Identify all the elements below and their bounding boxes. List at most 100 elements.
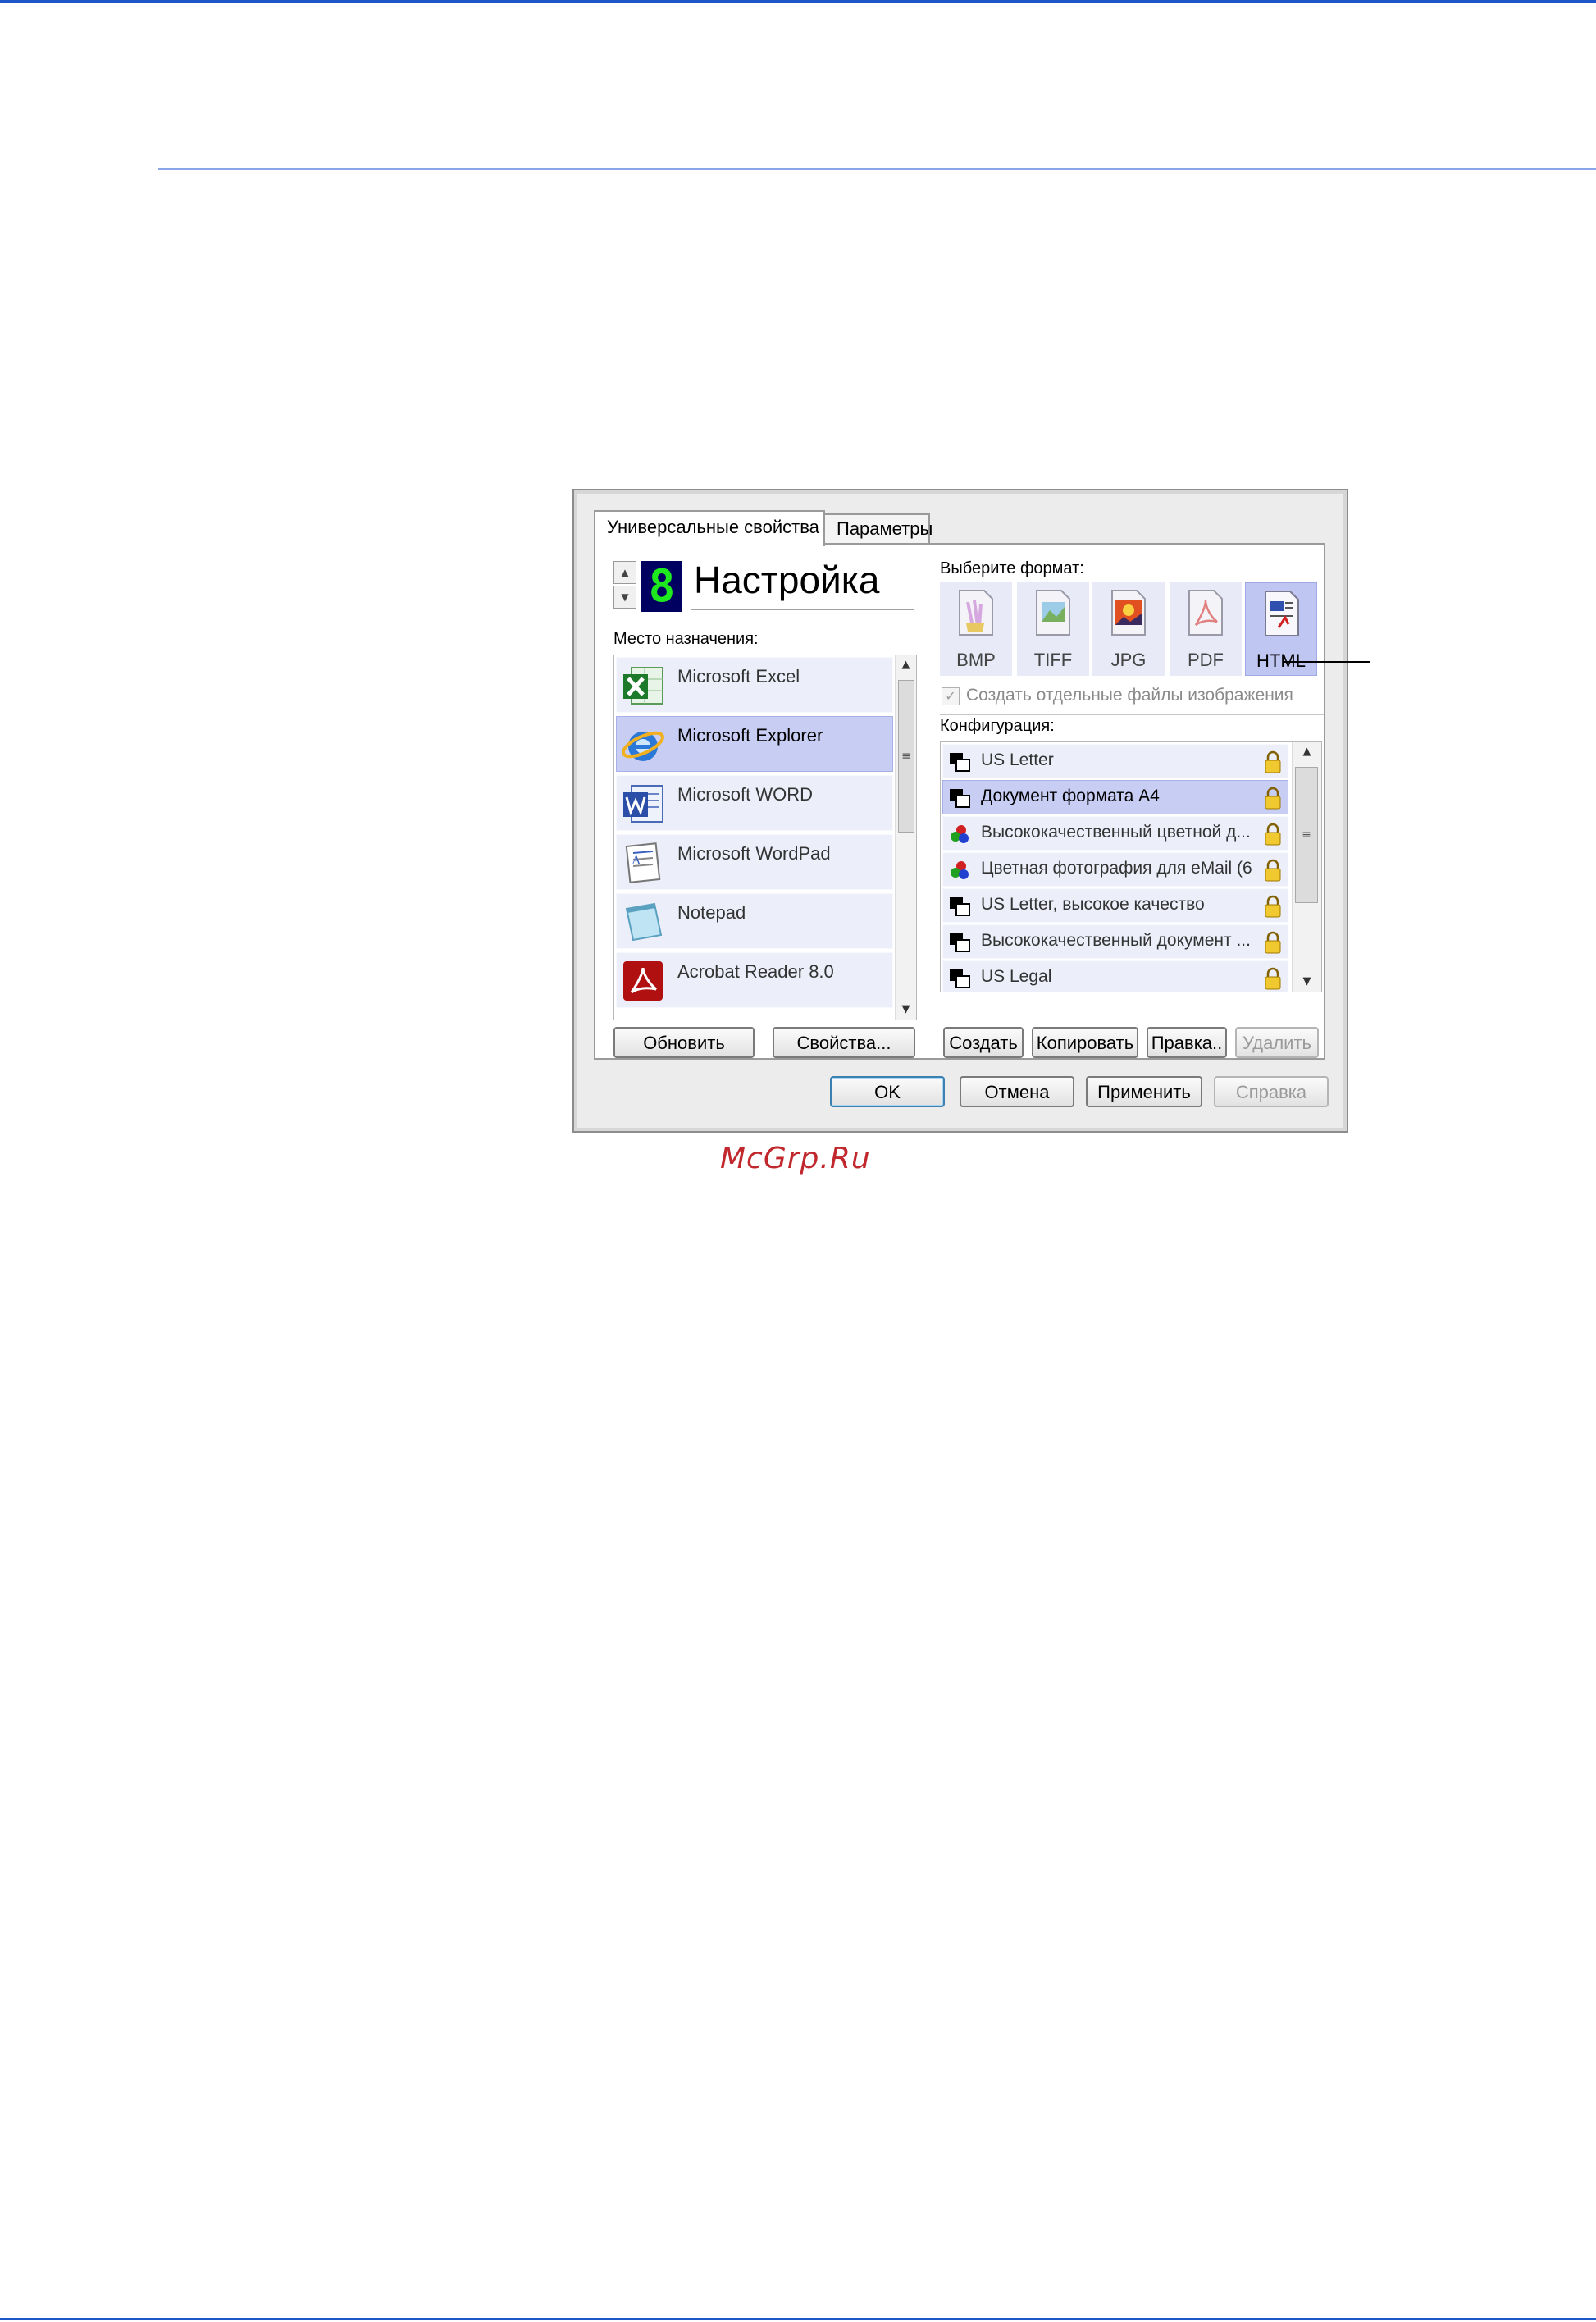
callout-line xyxy=(1284,661,1370,663)
bw-document-icon xyxy=(950,897,970,916)
format-selector: BMP TIFF JPG PDF HTML xyxy=(940,582,1319,677)
spinner-up-button[interactable]: ▲ xyxy=(613,561,636,584)
word-icon xyxy=(623,785,663,823)
lock-icon xyxy=(1265,787,1281,810)
internet-explorer-icon xyxy=(622,731,664,761)
separate-files-checkbox[interactable]: ✓ xyxy=(942,687,960,705)
config-label: US Letter xyxy=(981,750,1054,769)
html-file-icon xyxy=(1265,591,1299,636)
configuration-label: Конфигурация: xyxy=(940,717,1055,735)
ok-button[interactable]: OK xyxy=(830,1076,945,1107)
format-label-tiff: TIFF xyxy=(1033,650,1073,670)
one-touch-properties-dialog: Универсальные свойства Параметры ▲ ▼ 8 Н… xyxy=(572,489,1348,1133)
profile-name-underline xyxy=(691,609,914,610)
create-button[interactable]: Создать xyxy=(943,1027,1024,1058)
thumb-grip-icon: ≡ xyxy=(1302,828,1311,842)
scroll-up-arrow[interactable]: ▲ xyxy=(1293,742,1321,762)
bw-document-icon xyxy=(950,789,970,808)
destination-label-excel: Microsoft Excel xyxy=(677,666,800,687)
acrobat-icon xyxy=(623,961,663,1001)
tab-universal-properties[interactable]: Универсальные свойства xyxy=(594,510,825,546)
format-bmp[interactable]: BMP xyxy=(940,582,1012,676)
watermark: McGrp.Ru xyxy=(720,1142,871,1175)
tab-panel: ▲ ▼ 8 Настройка Место назначения: Micros… xyxy=(594,543,1325,1060)
list-item-microsoft-word[interactable]: Microsoft WORD xyxy=(616,775,893,831)
configuration-scrollbar[interactable]: ▲ ≡ ▼ xyxy=(1292,742,1321,992)
config-item-us-legal[interactable]: US Legal xyxy=(942,960,1288,992)
format-pdf[interactable]: PDF xyxy=(1170,582,1242,676)
destination-label-notepad: Notepad xyxy=(677,902,746,923)
help-button[interactable]: Справка xyxy=(1214,1076,1329,1107)
edit-button[interactable]: Правка.. xyxy=(1147,1027,1227,1058)
delete-button[interactable]: Удалить xyxy=(1235,1027,1319,1058)
config-item-us-letter-hq[interactable]: US Letter, высокое качество xyxy=(942,888,1288,923)
format-tiff[interactable]: TIFF xyxy=(1017,582,1089,676)
scroll-thumb[interactable]: ≡ xyxy=(898,680,914,833)
lock-icon xyxy=(1265,823,1281,846)
cancel-button[interactable]: Отмена xyxy=(960,1076,1074,1107)
bw-document-icon xyxy=(950,969,970,988)
configuration-list: US Letter Документ формата А4 Высококаче… xyxy=(940,741,1322,992)
lock-icon xyxy=(1265,967,1281,990)
config-item-hq-color-document[interactable]: Высококачественный цветной д... xyxy=(942,816,1288,851)
destination-label-word: Microsoft WORD xyxy=(677,784,813,805)
svg-text:A: A xyxy=(632,854,641,868)
bw-document-icon xyxy=(950,933,970,952)
top-rule xyxy=(0,0,1596,3)
destination-list: Microsoft Excel Microsoft Explorer Micro… xyxy=(613,655,917,1020)
config-label: Высококачественный цветной д... xyxy=(981,823,1251,842)
excel-icon xyxy=(623,667,663,705)
destination-label-wordpad: Microsoft WordPad xyxy=(677,843,831,864)
color-document-icon xyxy=(951,825,969,843)
spinner-down-button[interactable]: ▼ xyxy=(613,586,636,609)
scroll-thumb[interactable]: ≡ xyxy=(1295,767,1318,903)
refresh-button[interactable]: Обновить xyxy=(613,1027,755,1058)
list-item-microsoft-explorer[interactable]: Microsoft Explorer xyxy=(616,716,893,772)
list-item-microsoft-wordpad[interactable]: A Microsoft WordPad xyxy=(616,834,893,890)
divider xyxy=(940,714,1324,715)
tab-parameters[interactable]: Параметры xyxy=(823,513,933,543)
config-item-hq-document[interactable]: Высококачественный документ ... xyxy=(942,924,1288,959)
wordpad-icon: A xyxy=(625,842,661,883)
profile-spinner[interactable]: ▲ ▼ xyxy=(613,561,638,610)
destination-label-explorer: Microsoft Explorer xyxy=(677,725,823,746)
profile-name: Настройка xyxy=(694,559,880,601)
list-item-microsoft-excel[interactable]: Microsoft Excel xyxy=(616,657,893,713)
header-rule xyxy=(158,168,1596,170)
bmp-file-icon xyxy=(959,590,993,636)
lock-icon xyxy=(1265,859,1281,882)
thumb-grip-icon: ≡ xyxy=(901,750,911,763)
config-label: Цветная фотография для eMail (6... xyxy=(981,859,1252,878)
config-item-us-letter[interactable]: US Letter xyxy=(942,744,1288,778)
format-label: Выберите формат: xyxy=(940,559,1084,577)
config-label: Документ формата А4 xyxy=(981,787,1160,805)
config-item-a4-document[interactable]: Документ формата А4 xyxy=(942,780,1288,814)
list-item-acrobat-reader[interactable]: Acrobat Reader 8.0 xyxy=(616,952,893,1008)
config-label: US Letter, высокое качество xyxy=(981,895,1205,914)
destination-scrollbar[interactable]: ▲ ≡ ▼ xyxy=(895,655,916,1020)
lock-icon xyxy=(1265,750,1281,773)
list-item-notepad[interactable]: Notepad xyxy=(616,893,893,949)
scroll-up-arrow[interactable]: ▲ xyxy=(896,655,916,675)
bw-document-icon xyxy=(950,753,970,772)
copy-button[interactable]: Копировать xyxy=(1032,1027,1138,1058)
config-item-color-photo-email[interactable]: Цветная фотография для eMail (6... xyxy=(942,852,1288,887)
format-label-bmp: BMP xyxy=(956,650,996,670)
config-label: US Legal xyxy=(981,967,1052,986)
destination-label-acrobat: Acrobat Reader 8.0 xyxy=(677,961,834,982)
separate-files-label: Создать отдельные файлы изображения xyxy=(966,686,1293,705)
apply-button[interactable]: Применить xyxy=(1086,1076,1202,1107)
properties-button[interactable]: Свойства... xyxy=(773,1027,915,1058)
scroll-down-arrow[interactable]: ▼ xyxy=(896,1000,916,1020)
config-label: Высококачественный документ ... xyxy=(981,931,1251,950)
notepad-icon xyxy=(625,902,663,942)
format-label-pdf: PDF xyxy=(1188,650,1224,670)
scroll-down-arrow[interactable]: ▼ xyxy=(1293,972,1321,992)
lock-icon xyxy=(1265,895,1281,918)
lock-icon xyxy=(1265,931,1281,954)
format-jpg[interactable]: JPG xyxy=(1092,582,1165,676)
color-document-icon xyxy=(951,861,969,879)
format-label-jpg: JPG xyxy=(1110,650,1147,670)
jpg-file-icon xyxy=(1111,590,1146,636)
tiff-file-icon xyxy=(1036,590,1070,636)
